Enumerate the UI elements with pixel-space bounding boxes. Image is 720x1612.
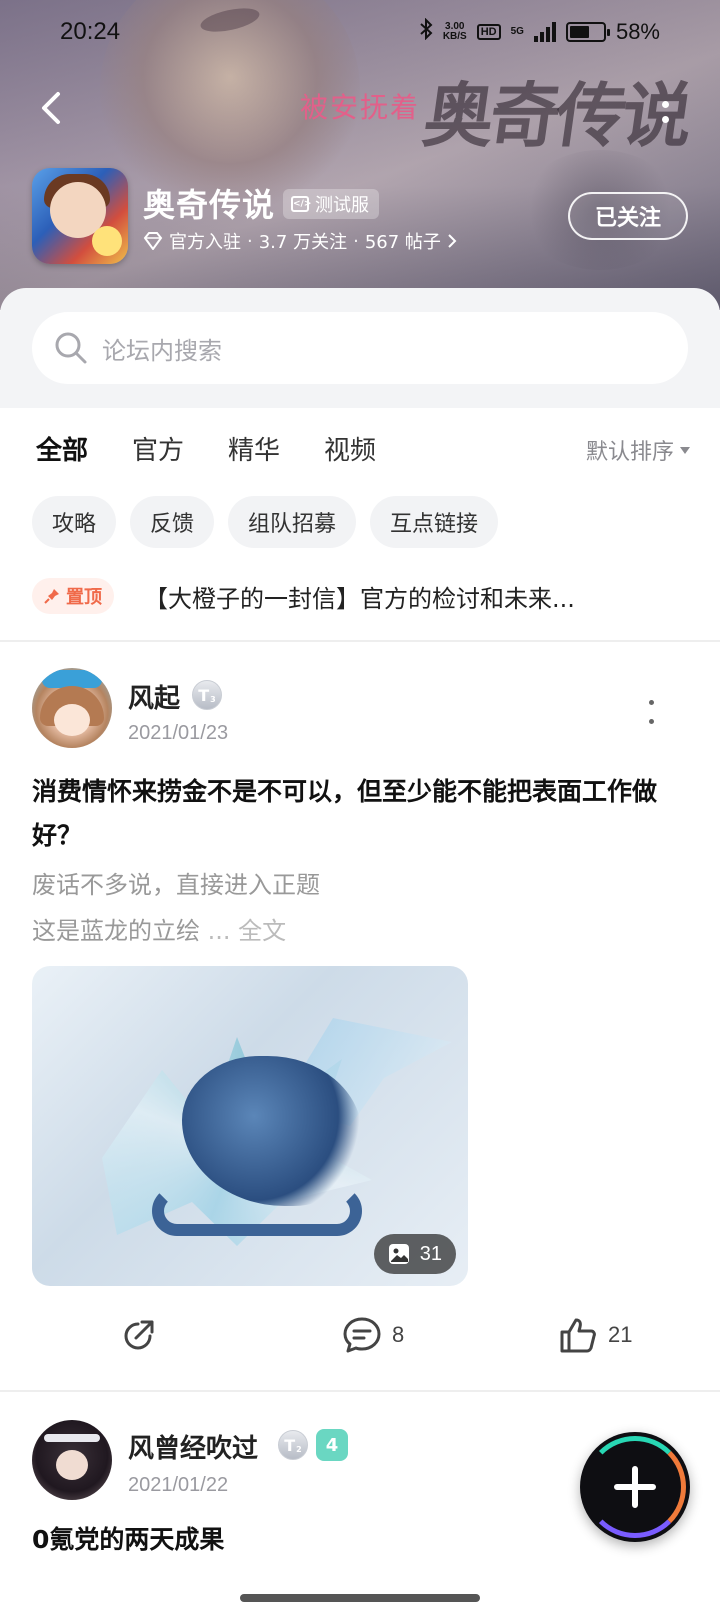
official-label: 官方入驻 — [169, 232, 241, 253]
avatar[interactable] — [32, 1420, 112, 1500]
image-count-badge: 31 — [373, 1234, 456, 1274]
battery-icon — [565, 22, 610, 42]
pin-icon — [44, 589, 59, 604]
share-button[interactable] — [120, 1310, 158, 1360]
chip-team-recruit[interactable]: 组队招募 — [228, 496, 357, 548]
dot-icon — [648, 719, 654, 724]
forum-meta[interactable]: 官方入驻 · 3.7 万关注 · 567 帖子 — [143, 228, 457, 254]
level-number: 2 — [296, 1444, 302, 1454]
diamond-icon — [143, 232, 163, 250]
post-actions: 8 21 — [0, 1310, 720, 1360]
hd-icon: HD — [476, 24, 501, 40]
tab-all-label: 全部 — [36, 436, 89, 466]
rank-badge-icon: 4 — [316, 1429, 348, 1461]
level-number: 3 — [210, 694, 216, 704]
level-badge-icon: T3 — [192, 680, 222, 710]
post-image[interactable]: 31 — [32, 966, 468, 1286]
more-dot-icon — [661, 101, 669, 108]
posts-count: 567 帖子 — [364, 232, 441, 253]
game-icon[interactable] — [32, 168, 128, 264]
post-body-preview — [32, 1574, 572, 1592]
code-icon: </> — [291, 196, 311, 212]
pinned-title: 【大橙子的一封信】官方的检讨和未来... — [144, 584, 575, 613]
comment-count: 8 — [392, 1322, 405, 1347]
net-speed-unit: KB/S — [442, 31, 467, 42]
post-date: 2021/01/23 — [128, 722, 229, 744]
category-chips: 攻略 反馈 组队招募 互点链接 — [32, 496, 499, 548]
tab-video[interactable]: 视频 — [324, 430, 376, 467]
test-badge-label: 测试服 — [315, 195, 369, 216]
post-title[interactable]: 0氪党的两天成果 — [32, 1520, 224, 1556]
tab-official[interactable]: 官方 — [132, 430, 184, 467]
test-server-badge: </> 测试服 — [283, 189, 379, 219]
avatar[interactable] — [32, 668, 112, 748]
search-placeholder: 论坛内搜索 — [102, 336, 222, 365]
back-arrow-icon — [42, 92, 60, 124]
share-icon — [124, 1320, 154, 1350]
post-body-text: 这是蓝龙的立绘 — [32, 917, 200, 945]
like-button[interactable]: 21 — [558, 1310, 632, 1360]
level-letter: T — [284, 1435, 296, 1455]
post-title[interactable]: 消费情怀来捞金不是不可以，但至少能不能把表面工作做好？ — [32, 770, 692, 858]
more-options-button[interactable] — [650, 92, 680, 132]
search-panel: 论坛内搜索 — [0, 288, 720, 408]
tab-active-indicator — [38, 465, 87, 473]
search-icon — [55, 332, 87, 364]
comment-button[interactable]: 8 — [342, 1310, 404, 1360]
level-letter: T — [198, 685, 210, 705]
sort-label: 默认排序 — [585, 440, 674, 465]
net-speed: 3.00 KB/S — [443, 22, 467, 42]
image-icon — [388, 1244, 409, 1264]
thumbs-up-icon — [560, 1318, 596, 1353]
pinned-badge-label: 置顶 — [66, 587, 102, 608]
signal-icon — [533, 22, 556, 42]
network-type: 5G — [510, 26, 524, 37]
status-icons: 3.00 KB/S HD 5G 58% — [419, 17, 660, 46]
plus-icon — [614, 1466, 656, 1508]
watermark-text: 被安抚着 — [300, 92, 421, 123]
dot-icon — [648, 700, 654, 705]
tab-featured[interactable]: 精华 — [228, 430, 280, 467]
tab-bar: 全部 官方 精华 视频 默认排序 — [0, 408, 720, 488]
back-button[interactable] — [30, 86, 74, 130]
like-count: 21 — [608, 1322, 633, 1347]
search-input[interactable]: 论坛内搜索 — [32, 312, 688, 384]
home-indicator[interactable] — [240, 1594, 480, 1602]
tab-all[interactable]: 全部 — [36, 430, 89, 473]
post-date: 2021/01/22 — [128, 1474, 229, 1496]
create-post-button[interactable] — [580, 1432, 690, 1542]
read-full-link[interactable]: 全文 — [238, 917, 286, 945]
comment-icon — [343, 1317, 381, 1353]
bluetooth-icon — [419, 17, 433, 46]
divider — [0, 1390, 720, 1392]
chevron-right-icon — [448, 234, 457, 248]
more-dot-icon — [661, 116, 669, 123]
status-bar: 20:24 3.00 KB/S HD 5G 58% — [0, 14, 720, 50]
game-name: 奥奇传说 — [143, 186, 276, 224]
image-count: 31 — [419, 1242, 442, 1265]
ellipsis: ... — [200, 917, 239, 945]
post-body-line: 废话不多说，直接进入正题 — [32, 871, 320, 899]
post-author[interactable]: 风曾经吹过 — [128, 1428, 258, 1465]
post-body-line: 这是蓝龙的立绘 ... 全文 — [32, 908, 692, 954]
chip-feedback[interactable]: 反馈 — [130, 496, 215, 548]
follow-button[interactable]: 已关注 — [568, 192, 688, 240]
pinned-post[interactable]: 置顶 【大橙子的一封信】官方的检讨和未来... — [32, 576, 692, 616]
chip-guide[interactable]: 攻略 — [32, 496, 117, 548]
battery-fill — [569, 26, 589, 38]
pinned-badge: 置顶 — [32, 578, 114, 614]
divider — [0, 640, 720, 642]
caret-down-icon — [680, 446, 690, 454]
status-time: 20:24 — [60, 18, 121, 45]
post-author[interactable]: 风起 — [128, 678, 180, 715]
post-more-button[interactable] — [646, 700, 656, 724]
chip-link-exchange[interactable]: 互点链接 — [370, 496, 499, 548]
battery-percent: 58% — [615, 19, 660, 44]
level-badge-icon: T2 — [278, 1430, 308, 1460]
followers-count: 3.7 万关注 — [258, 232, 348, 253]
sort-dropdown[interactable]: 默认排序 — [586, 434, 690, 466]
